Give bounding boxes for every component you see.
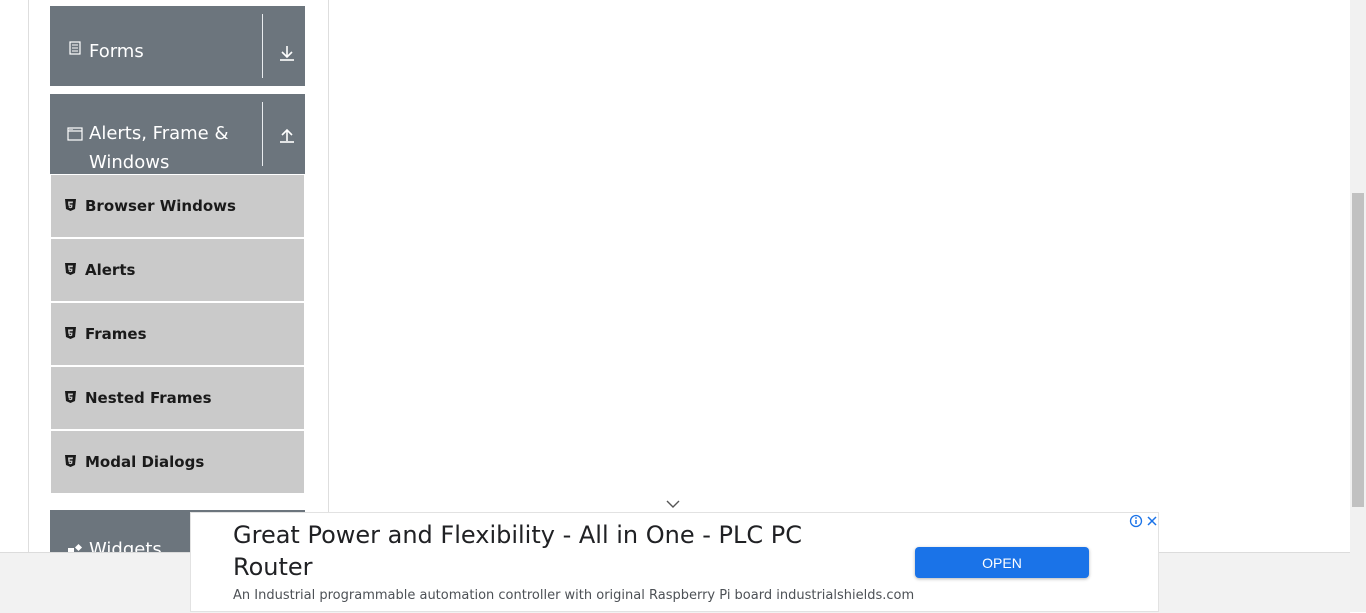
html5-icon: [65, 391, 76, 403]
group-header-alerts-frame-windows[interactable]: Alerts, Frame & Windows: [50, 94, 305, 174]
main-content: [329, 0, 1350, 552]
menu-item-label: Alerts: [85, 261, 136, 279]
html5-icon: [65, 455, 76, 467]
group-label-forms: Forms: [89, 41, 144, 62]
widgets-icon: [68, 543, 83, 552]
html5-icon: [65, 327, 76, 339]
close-icon[interactable]: [1145, 514, 1159, 528]
page-scrollbar[interactable]: [1350, 0, 1366, 612]
ad-description: An Industrial programmable automation co…: [233, 588, 915, 603]
html5-icon: [65, 263, 76, 275]
ad-banner[interactable]: Great Power and Flexibility - All in One…: [190, 512, 1159, 612]
left-gutter: [0, 0, 29, 552]
ad-headline[interactable]: Great Power and Flexibility - All in One…: [233, 519, 853, 583]
form-icon: [69, 41, 81, 55]
group-header-forms[interactable]: Forms: [50, 6, 305, 86]
menu-item-nested-frames[interactable]: Nested Frames: [51, 367, 304, 429]
chevron-down-icon[interactable]: [664, 498, 682, 510]
html5-icon: [65, 199, 76, 211]
upload-arrow-icon[interactable]: [278, 126, 296, 144]
alerts-frame-windows-menu: Browser Windows Alerts Frames Nested Fra…: [51, 175, 304, 495]
window-icon: [67, 127, 83, 141]
menu-item-label: Frames: [85, 325, 147, 343]
menu-item-alerts[interactable]: Alerts: [51, 239, 304, 301]
menu-item-frames[interactable]: Frames: [51, 303, 304, 365]
download-arrow-icon[interactable]: [278, 44, 296, 62]
menu-item-label: Nested Frames: [85, 389, 212, 407]
menu-item-label: Modal Dialogs: [85, 453, 205, 471]
group-label-alerts-frame-windows: Alerts, Frame & Windows: [89, 123, 229, 173]
header-divider: [262, 14, 263, 78]
menu-item-browser-windows[interactable]: Browser Windows: [51, 175, 304, 237]
menu-item-label: Browser Windows: [85, 197, 236, 215]
header-divider: [262, 102, 263, 166]
scrollbar-thumb[interactable]: [1352, 193, 1364, 507]
menu-item-modal-dialogs[interactable]: Modal Dialogs: [51, 431, 304, 493]
info-icon[interactable]: [1129, 514, 1143, 528]
ad-open-button[interactable]: OPEN: [915, 547, 1089, 578]
